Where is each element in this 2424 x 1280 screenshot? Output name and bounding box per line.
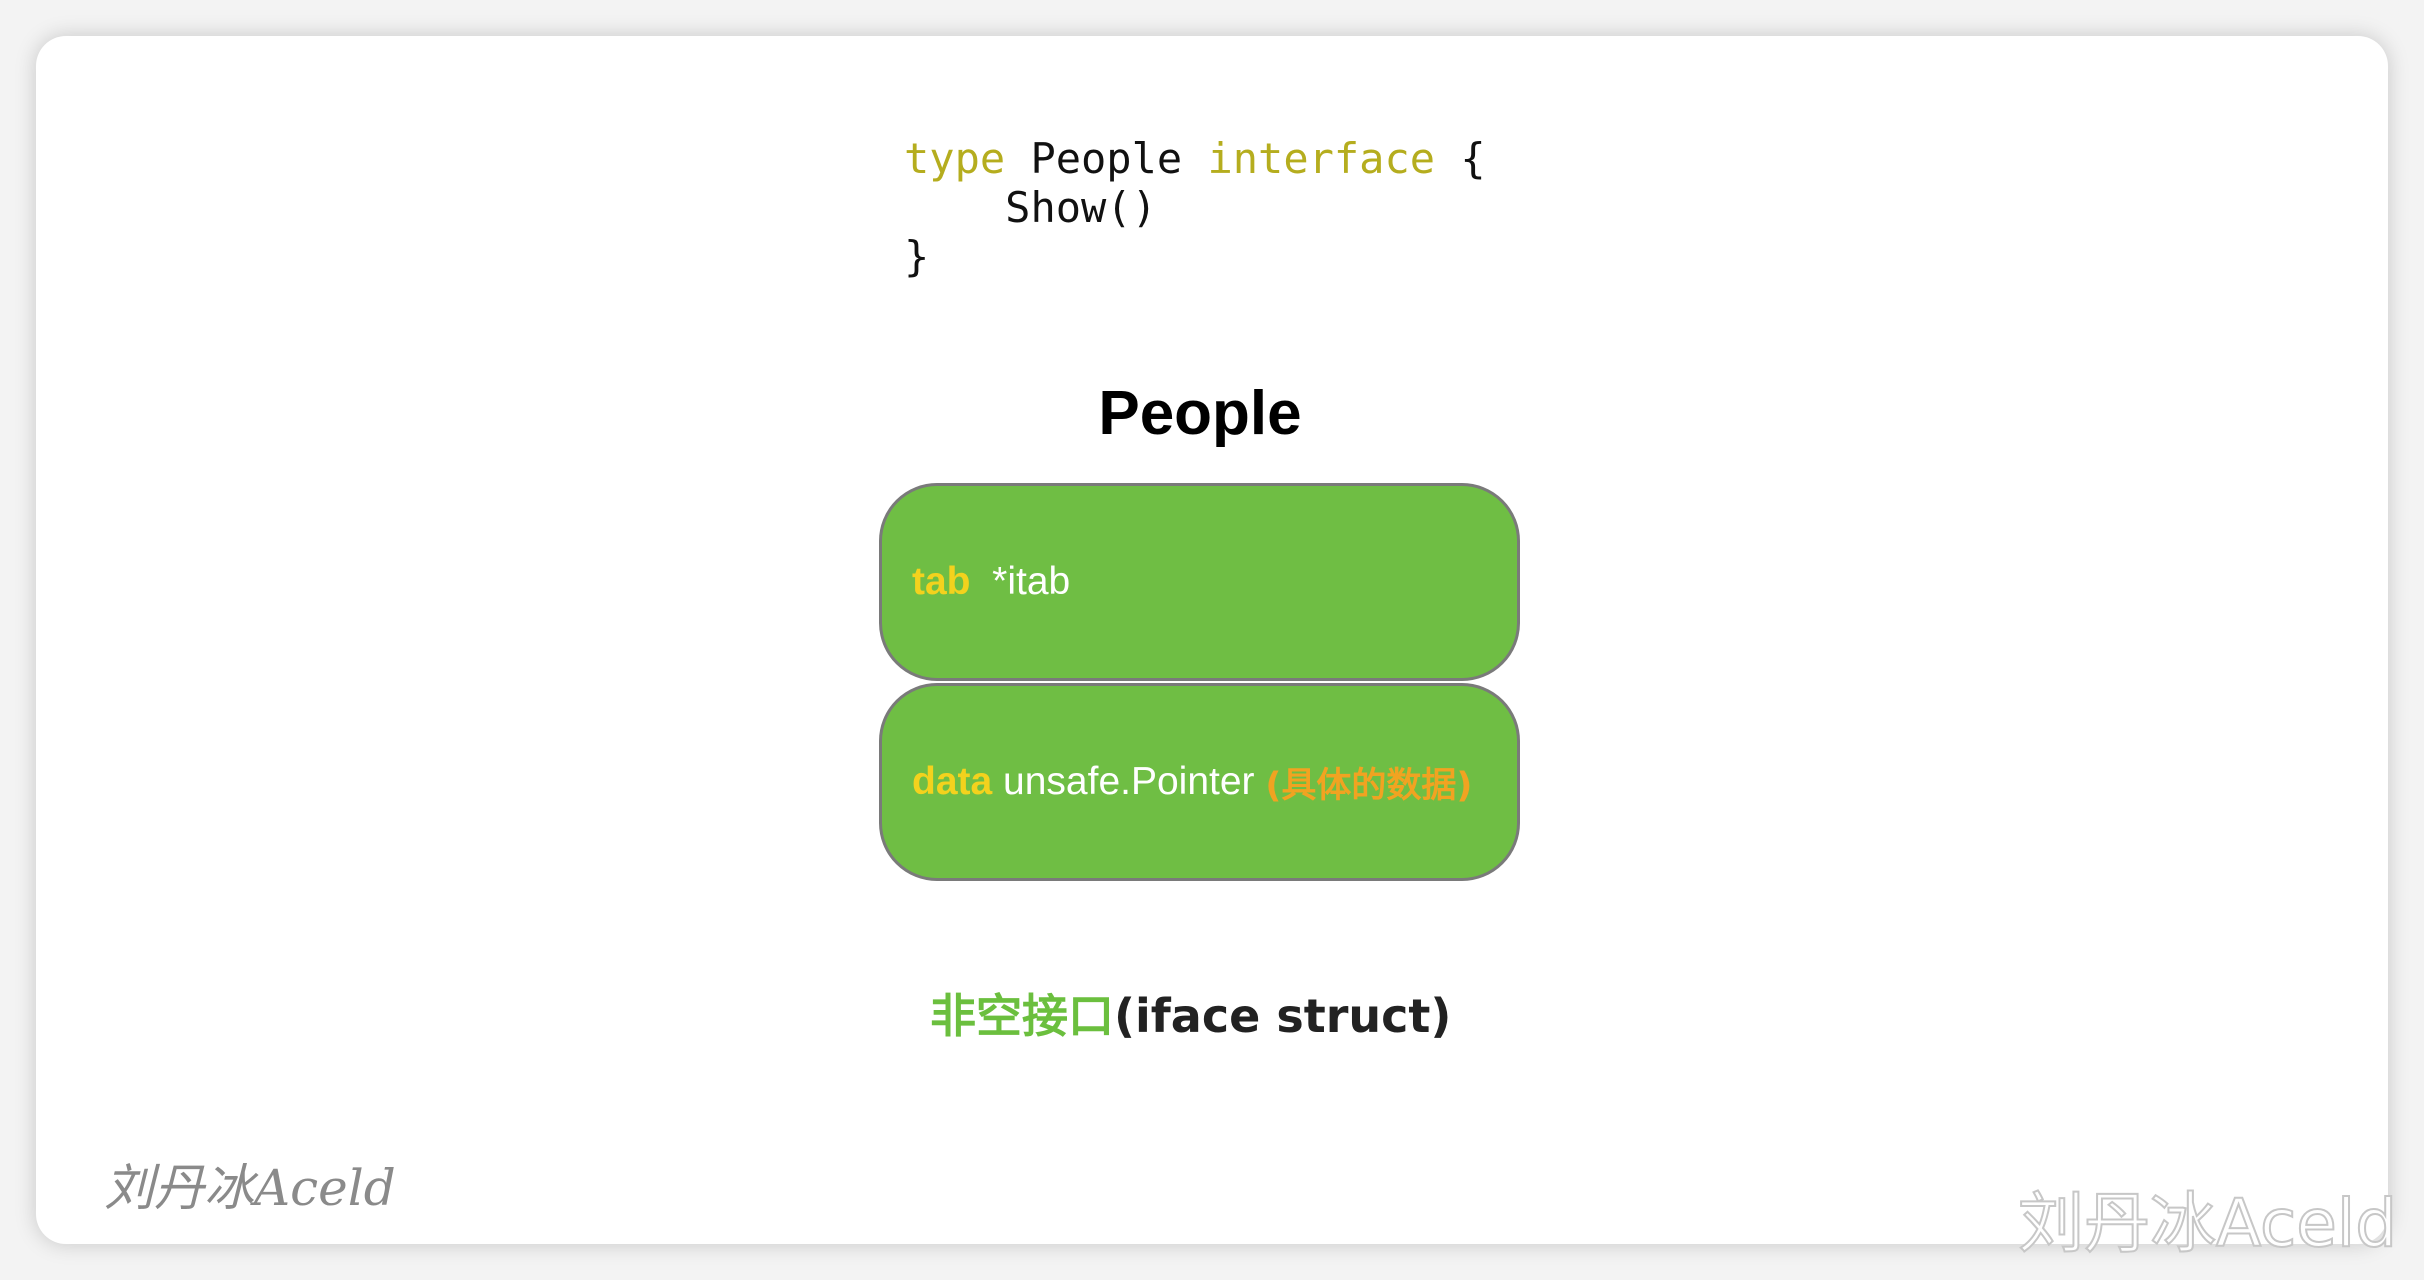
field-type-data: unsafe.Pointer xyxy=(1003,760,1255,803)
field-note-data: (具体的数据) xyxy=(1265,765,1473,806)
watermark-right: 刘丹冰Aceld xyxy=(2017,1184,2398,1263)
code-open-brace: { xyxy=(1460,134,1486,183)
code-keyword-interface: interface xyxy=(1207,134,1436,183)
code-method: Show() xyxy=(1005,183,1157,232)
watermark-signature-left: 刘丹冰Aceld xyxy=(104,1159,396,1217)
page: type People interface { Show() } People … xyxy=(0,0,2424,1280)
diagram-caption: 非空接口(iface struct) xyxy=(930,980,1451,1046)
field-box-data: data unsafe.Pointer (具体的数据) xyxy=(879,683,1520,881)
field-name-tab: tab xyxy=(912,560,971,603)
caption-chinese: 非空接口 xyxy=(930,989,1114,1043)
code-close-brace: } xyxy=(904,232,930,281)
field-type-tab: *itab xyxy=(992,560,1071,603)
diagram-title: People xyxy=(1098,379,1302,448)
code-snippet: type People interface { Show() } xyxy=(904,134,1486,281)
code-keyword-type: type xyxy=(904,134,1006,183)
field-box-tab: tab *itab xyxy=(879,483,1520,681)
code-type-name: People xyxy=(1030,134,1183,183)
caption-english: (iface struct) xyxy=(1114,989,1452,1043)
field-name-data: data xyxy=(912,760,993,803)
